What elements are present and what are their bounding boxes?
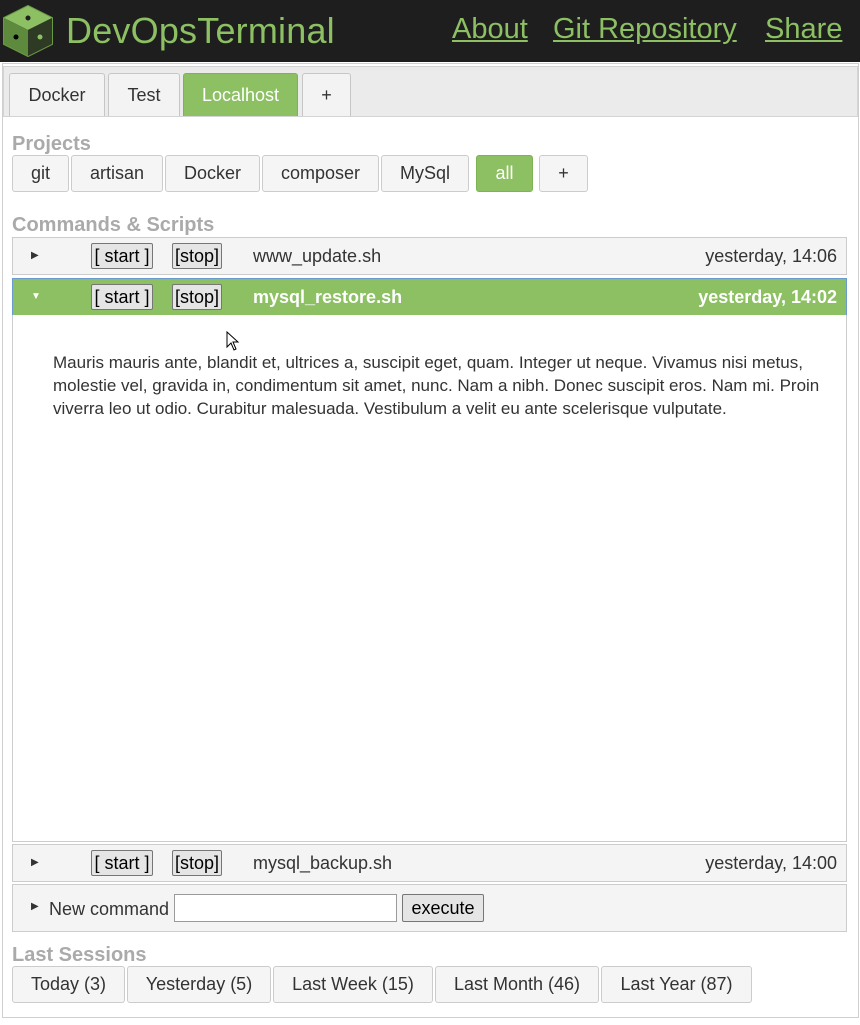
command-detail-panel: Mauris mauris ante, blandit et, ultrices… <box>12 315 847 842</box>
new-command-input[interactable] <box>174 894 397 922</box>
top-header: DevOpsTerminal About Git Repository Shar… <box>0 0 860 62</box>
command-row[interactable]: ▶ [ start ] [stop] www_update.sh yesterd… <box>12 237 847 275</box>
command-name: www_update.sh <box>253 246 382 266</box>
execute-button[interactable]: execute <box>402 894 484 922</box>
command-time: yesterday, 14:02 <box>698 287 837 307</box>
project-all[interactable]: all <box>476 155 533 192</box>
new-command-bar: ▶ New command execute <box>12 884 847 932</box>
project-docker[interactable]: Docker <box>165 155 260 192</box>
brand-title: DevOpsTerminal <box>66 10 335 51</box>
stop-button[interactable]: [stop] <box>172 850 222 876</box>
command-name: mysql_backup.sh <box>253 853 393 873</box>
project-git[interactable]: git <box>12 155 69 192</box>
cube-logo-icon <box>3 4 53 58</box>
command-row[interactable]: ▶ [ start ] [stop] mysql_backup.sh yeste… <box>12 844 847 882</box>
new-command-label: New command <box>49 899 170 919</box>
command-description: Mauris mauris ante, blandit et, ultrices… <box>53 353 820 418</box>
project-composer[interactable]: composer <box>262 155 379 192</box>
collapse-triangle-icon[interactable]: ▼ <box>31 290 45 304</box>
session-yesterday[interactable]: Yesterday (5) <box>127 966 271 1003</box>
git-repository-link[interactable]: Git Repository <box>553 13 737 46</box>
tab-docker[interactable]: Docker <box>9 73 105 116</box>
command-time: yesterday, 14:06 <box>705 246 837 266</box>
session-last-week[interactable]: Last Week (15) <box>273 966 433 1003</box>
expand-triangle-icon[interactable]: ▶ <box>31 856 45 870</box>
tab-localhost[interactable]: Localhost <box>183 73 298 116</box>
session-last-year[interactable]: Last Year (87) <box>601 966 752 1003</box>
start-button[interactable]: [ start ] <box>91 284 153 310</box>
session-last-month[interactable]: Last Month (46) <box>435 966 599 1003</box>
command-name: mysql_restore.sh <box>253 287 403 307</box>
mouse-pointer-icon <box>226 331 240 351</box>
add-project-button[interactable]: + <box>539 155 588 192</box>
commands-title: Commands & Scripts <box>12 214 215 236</box>
stop-button[interactable]: [stop] <box>172 284 222 310</box>
tab-test[interactable]: Test <box>108 73 180 116</box>
start-button[interactable]: [ start ] <box>91 243 153 269</box>
project-artisan[interactable]: artisan <box>71 155 163 192</box>
start-button[interactable]: [ start ] <box>91 850 153 876</box>
share-link[interactable]: Share <box>765 13 842 46</box>
sessions-title: Last Sessions <box>12 944 147 966</box>
stop-button[interactable]: [stop] <box>172 243 222 269</box>
expand-triangle-icon[interactable]: ▶ <box>31 249 45 263</box>
add-tab-button[interactable]: + <box>302 73 351 116</box>
project-mysql[interactable]: MySql <box>381 155 469 192</box>
about-link[interactable]: About <box>452 13 528 46</box>
command-row-active[interactable]: ▼ [ start ] [stop] mysql_restore.sh yest… <box>12 278 847 316</box>
expand-triangle-icon[interactable]: ▶ <box>31 901 39 912</box>
session-today[interactable]: Today (3) <box>12 966 125 1003</box>
projects-title: Projects <box>12 133 91 155</box>
command-time: yesterday, 14:00 <box>705 853 837 873</box>
